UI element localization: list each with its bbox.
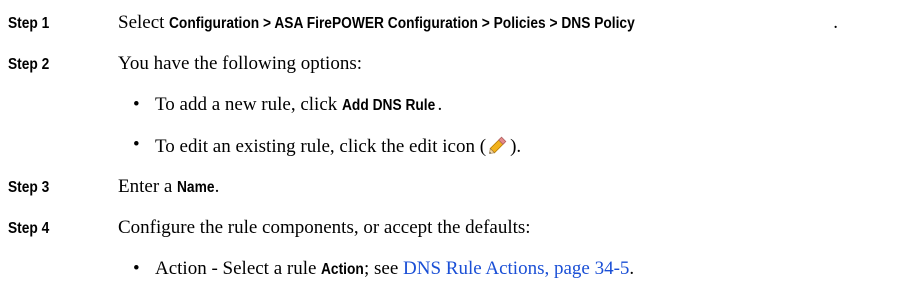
pencil-edit-icon xyxy=(486,134,510,162)
menu-path: Configuration > ASA FirePOWER Configurat… xyxy=(169,15,635,32)
step-3: Step 3 Enter a Name. xyxy=(0,176,900,202)
step-2: Step 2 You have the following options: xyxy=(0,53,900,79)
ui-term: Add DNS Rule xyxy=(342,97,436,114)
step-text: Enter a Name. xyxy=(118,176,220,197)
step-label: Step 1 xyxy=(8,15,50,32)
ui-term: Action xyxy=(321,261,364,278)
step-label: Step 2 xyxy=(8,56,50,73)
bullet-item: • To edit an existing rule, click the ed… xyxy=(0,134,900,160)
bullet-text: Action - Select a rule Action; see DNS R… xyxy=(155,258,635,279)
bullet-text: To add a new rule, click Add DNS Rule. xyxy=(155,94,443,115)
bullet-marker: • xyxy=(133,94,140,115)
bullet-item: • To add a new rule, click Add DNS Rule. xyxy=(0,94,900,120)
step-label: Step 3 xyxy=(8,179,50,196)
bullet-item: • Action - Select a rule Action; see DNS… xyxy=(0,258,900,284)
ui-term: Name xyxy=(177,179,215,196)
step-text: Select Configuration > ASA FirePOWER Con… xyxy=(118,12,838,33)
bullet-marker: • xyxy=(133,258,140,279)
step-4: Step 4 Configure the rule components, or… xyxy=(0,217,900,243)
bullet-marker: • xyxy=(133,134,140,155)
step-1: Step 1 Select Configuration > ASA FirePO… xyxy=(0,12,900,38)
step-text: You have the following options: xyxy=(118,53,363,74)
dns-rule-actions-link[interactable]: DNS Rule Actions, page 34-5 xyxy=(403,258,629,279)
step-text: Configure the rule components, or accept… xyxy=(118,217,531,238)
bullet-text: To edit an existing rule, click the edit… xyxy=(155,134,521,162)
step-label: Step 4 xyxy=(8,220,50,237)
